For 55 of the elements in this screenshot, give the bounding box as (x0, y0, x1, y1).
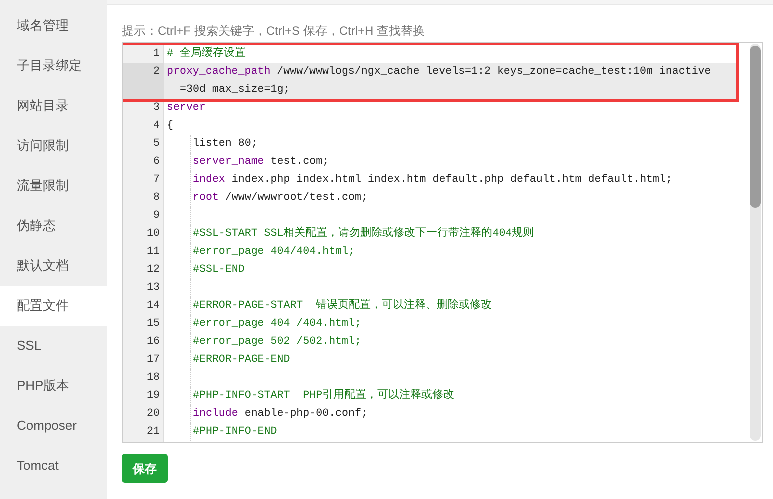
code-line: server (167, 101, 207, 116)
line-number: 3 (152, 101, 161, 116)
line-number: 8 (152, 191, 161, 206)
sidebar-item[interactable]: 访问限制 (0, 126, 107, 166)
code-comment: #SSL-END (193, 263, 246, 278)
sidebar-item[interactable]: 默认文档 (0, 246, 107, 286)
line-number: 4 (152, 119, 161, 134)
sidebar-item[interactable]: 流量限制 (0, 166, 107, 206)
line-number: 16 (146, 335, 161, 350)
code-line: index index.php index.html index.htm default.php default.htm default.html; (193, 173, 674, 188)
line-number: 13 (146, 281, 161, 296)
line-number: 9 (152, 209, 161, 224)
sidebar-item[interactable]: Tomcat (0, 446, 107, 486)
code-line: proxy_cache_path /www/wwwlogs/ngx_cache levels=1:2 keys_zone=cache_test:10m inactive =30d max_size=1g; (167, 65, 712, 98)
line-number: 10 (146, 227, 161, 242)
code-line: root /www/wwwroot/test.com; (193, 191, 369, 206)
line-number: 18 (146, 371, 161, 386)
line-number: 17 (146, 353, 161, 368)
sidebar-item[interactable]: Composer (0, 406, 107, 446)
line-number: 20 (146, 407, 161, 422)
sidebar-item[interactable]: PHP版本 (0, 366, 107, 406)
code-comment: #error_page 502 /502.html; (193, 335, 362, 350)
code-comment: #ERROR-PAGE-END (193, 353, 292, 368)
line-number: 7 (152, 173, 161, 188)
line-number: 5 (152, 137, 161, 152)
line-number: 14 (146, 299, 161, 314)
hint-text: 提示：Ctrl+F 搜索关键字，Ctrl+S 保存，Ctrl+H 查找替换 (122, 23, 426, 40)
code-comment: #SSL-START SSL相关配置，请勿删除或修改下一行带注释的404规则 (193, 226, 536, 242)
code-line: server_name test.com; (193, 155, 330, 170)
line-number: 21 (146, 425, 161, 440)
code-comment: #error_page 404/404.html; (193, 245, 356, 260)
line-number: 12 (146, 263, 161, 278)
sidebar-item[interactable]: 伪静态 (0, 206, 107, 246)
line-number: 19 (146, 389, 161, 404)
code-comment: #PHP-INFO-END (193, 425, 278, 440)
line-number: 1 (152, 47, 161, 62)
code-line: listen 80; (193, 137, 259, 152)
sidebar-item[interactable]: 配置文件 (0, 286, 107, 326)
scrollbar[interactable] (750, 44, 761, 441)
code-editor[interactable] (122, 42, 763, 443)
line-number: 11 (146, 245, 161, 260)
line-number: 6 (152, 155, 161, 170)
code-comment: #error_page 404 /404.html; (193, 317, 362, 332)
code-comment: #ERROR-PAGE-START 错误页配置，可以注释、删除或修改 (193, 298, 494, 314)
line-number: 15 (146, 317, 161, 332)
sidebar-item[interactable]: 网站目录 (0, 86, 107, 126)
sidebar-item[interactable]: 域名管理 (0, 6, 107, 46)
sidebar-item[interactable]: 子目录绑定 (0, 46, 107, 86)
code-line: { (167, 119, 174, 134)
line-number: 2 (123, 63, 164, 99)
code-line: include enable-php-00.conf; (193, 407, 369, 422)
sidebar-item[interactable]: SSL (0, 326, 107, 366)
code-comment: # 全局缓存设置 (167, 46, 247, 62)
code-comment: #PHP-INFO-START PHP引用配置，可以注释或修改 (193, 388, 456, 404)
scrollbar-thumb[interactable] (750, 46, 761, 208)
